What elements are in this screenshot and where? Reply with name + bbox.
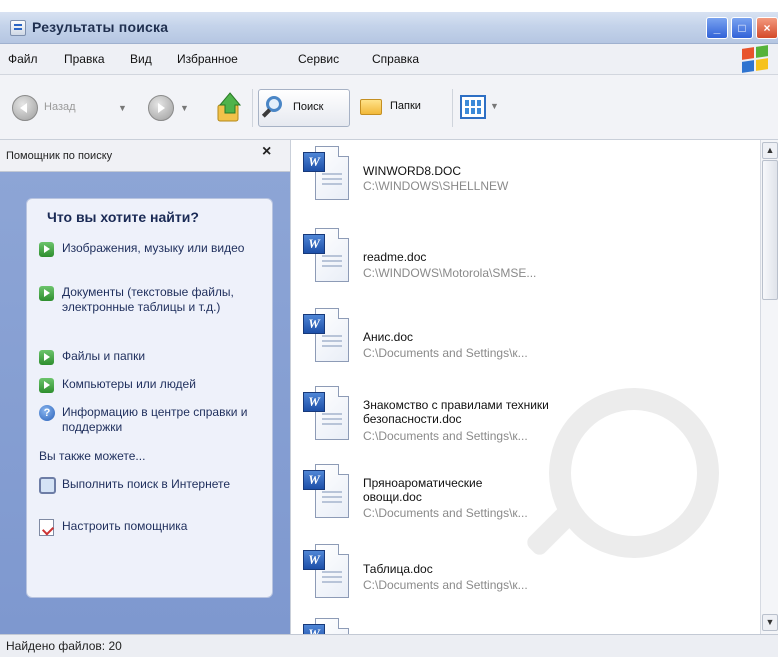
views-button[interactable]: ▼ bbox=[460, 95, 512, 121]
toolbar-separator bbox=[252, 89, 253, 127]
menu-favorites[interactable]: Избранное bbox=[177, 52, 238, 66]
file-name: Таблица.doc bbox=[363, 562, 433, 576]
green-arrow-icon bbox=[39, 286, 54, 301]
folders-button[interactable]: Папки bbox=[356, 89, 448, 127]
toolbar: Назад ▼ ▼ Поиск Папки ▼ bbox=[0, 75, 778, 140]
green-arrow-icon bbox=[39, 378, 54, 393]
word-document-icon: W bbox=[301, 462, 353, 524]
back-icon[interactable] bbox=[12, 95, 38, 121]
option-label[interactable]: Файлы и папки bbox=[62, 349, 262, 364]
vertical-scrollbar[interactable]: ▲ ▼ bbox=[760, 140, 778, 634]
also-heading: Вы также можете... bbox=[39, 449, 146, 463]
file-path: C:\WINDOWS\SHELLNEW bbox=[363, 179, 509, 193]
menu-bar: Файл Правка Вид Избранное Сервис Справка bbox=[0, 44, 778, 75]
menu-edit[interactable]: Правка bbox=[64, 52, 105, 66]
word-document-icon: W bbox=[301, 144, 353, 206]
option-label[interactable]: Документы (текстовые файлы, электронные … bbox=[62, 285, 262, 315]
option-label[interactable]: Настроить помощника bbox=[62, 519, 262, 534]
file-path: C:\Documents and Settings\к... bbox=[363, 346, 528, 360]
search-icon-handle bbox=[261, 108, 272, 118]
windows-logo-icon bbox=[742, 45, 768, 73]
option-label[interactable]: Информацию в центре справки и поддержки bbox=[62, 405, 262, 435]
forward-icon[interactable] bbox=[148, 95, 174, 121]
search-assistant-pane: Помощник по поиску × Что вы хотите найти… bbox=[0, 140, 290, 634]
option-label[interactable]: Изображения, музыку или видео bbox=[62, 241, 262, 256]
option-label[interactable]: Выполнить поиск в Интернете bbox=[62, 477, 262, 492]
back-label[interactable]: Назад bbox=[44, 101, 76, 113]
folders-button-label: Папки bbox=[390, 100, 421, 112]
list-item[interactable]: W Анис.doc C:\Documents and Settings\к..… bbox=[299, 306, 759, 376]
list-item[interactable]: W Пряноароматические овощи.doc C:\Docume… bbox=[299, 462, 759, 532]
file-name: Знакомство с правилами техники безопасно… bbox=[363, 398, 549, 426]
scroll-thumb[interactable] bbox=[762, 160, 778, 300]
help-icon: ? bbox=[39, 405, 55, 421]
scroll-down-icon[interactable]: ▼ bbox=[762, 614, 778, 631]
settings-note-icon bbox=[39, 519, 54, 536]
green-arrow-icon bbox=[39, 242, 54, 257]
list-item[interactable]: W bbox=[299, 616, 759, 634]
toolbar-separator bbox=[452, 89, 453, 127]
word-document-icon: W bbox=[301, 226, 353, 288]
search-question: Что вы хотите найти? bbox=[47, 209, 199, 225]
list-item[interactable]: W WINWORD8.DOC C:\WINDOWS\SHELLNEW bbox=[299, 144, 759, 214]
maximize-button[interactable]: □ bbox=[731, 17, 753, 39]
list-item[interactable]: W Знакомство с правилами техники безопас… bbox=[299, 384, 759, 454]
forward-dropdown-icon[interactable]: ▼ bbox=[180, 103, 189, 113]
file-name: WINWORD8.DOC bbox=[363, 164, 461, 178]
back-dropdown-icon[interactable]: ▼ bbox=[118, 103, 127, 113]
file-path: C:\Documents and Settings\к... bbox=[363, 578, 528, 592]
list-item[interactable]: W Таблица.doc C:\Documents and Settings\… bbox=[299, 542, 759, 612]
word-document-icon: W bbox=[301, 542, 353, 604]
menu-file[interactable]: Файл bbox=[8, 52, 38, 66]
search-pane-header: Помощник по поиску × bbox=[0, 140, 290, 172]
status-text: Найдено файлов: 20 bbox=[6, 639, 122, 653]
word-document-icon: W bbox=[301, 384, 353, 446]
close-pane-icon[interactable]: × bbox=[262, 143, 271, 161]
status-bar: Найдено файлов: 20 bbox=[0, 634, 778, 657]
file-path: C:\WINDOWS\Motorola\SMSE... bbox=[363, 266, 537, 280]
internet-search-icon bbox=[39, 477, 56, 494]
scroll-up-icon[interactable]: ▲ bbox=[762, 142, 778, 159]
up-folder-icon[interactable] bbox=[216, 91, 244, 123]
search-pane-title: Помощник по поиску bbox=[6, 150, 113, 162]
search-options-card: Что вы хотите найти? Изображения, музыку… bbox=[26, 198, 273, 598]
menu-tools[interactable]: Сервис bbox=[298, 52, 339, 66]
option-label[interactable]: Компьютеры или людей bbox=[62, 377, 262, 392]
menu-view[interactable]: Вид bbox=[130, 52, 152, 66]
close-button[interactable]: × bbox=[756, 17, 778, 39]
word-document-icon: W bbox=[301, 306, 353, 368]
minimize-button[interactable]: _ bbox=[706, 17, 728, 39]
file-path: C:\Documents and Settings\к... bbox=[363, 429, 528, 443]
folders-icon bbox=[360, 99, 382, 115]
file-path: C:\Documents and Settings\к... bbox=[363, 506, 528, 520]
file-name: Анис.doc bbox=[363, 330, 414, 344]
search-results-list: W WINWORD8.DOC C:\WINDOWS\SHELLNEW W rea… bbox=[290, 140, 760, 634]
search-button-label: Поиск bbox=[293, 101, 324, 113]
title-bar: Результаты поиска _ □ × bbox=[0, 12, 778, 44]
search-window-icon bbox=[10, 20, 26, 36]
list-item[interactable]: W readme.doc C:\WINDOWS\Motorola\SMSE... bbox=[299, 226, 759, 296]
window-title: Результаты поиска bbox=[32, 19, 169, 35]
views-icon bbox=[460, 95, 486, 119]
file-name: readme.doc bbox=[363, 250, 427, 264]
views-dropdown-icon: ▼ bbox=[490, 101, 499, 111]
green-arrow-icon bbox=[39, 350, 54, 365]
word-document-icon: W bbox=[301, 616, 353, 634]
menu-help[interactable]: Справка bbox=[372, 52, 419, 66]
file-name: Пряноароматические овощи.doc bbox=[363, 476, 483, 504]
search-button[interactable]: Поиск bbox=[258, 89, 350, 127]
